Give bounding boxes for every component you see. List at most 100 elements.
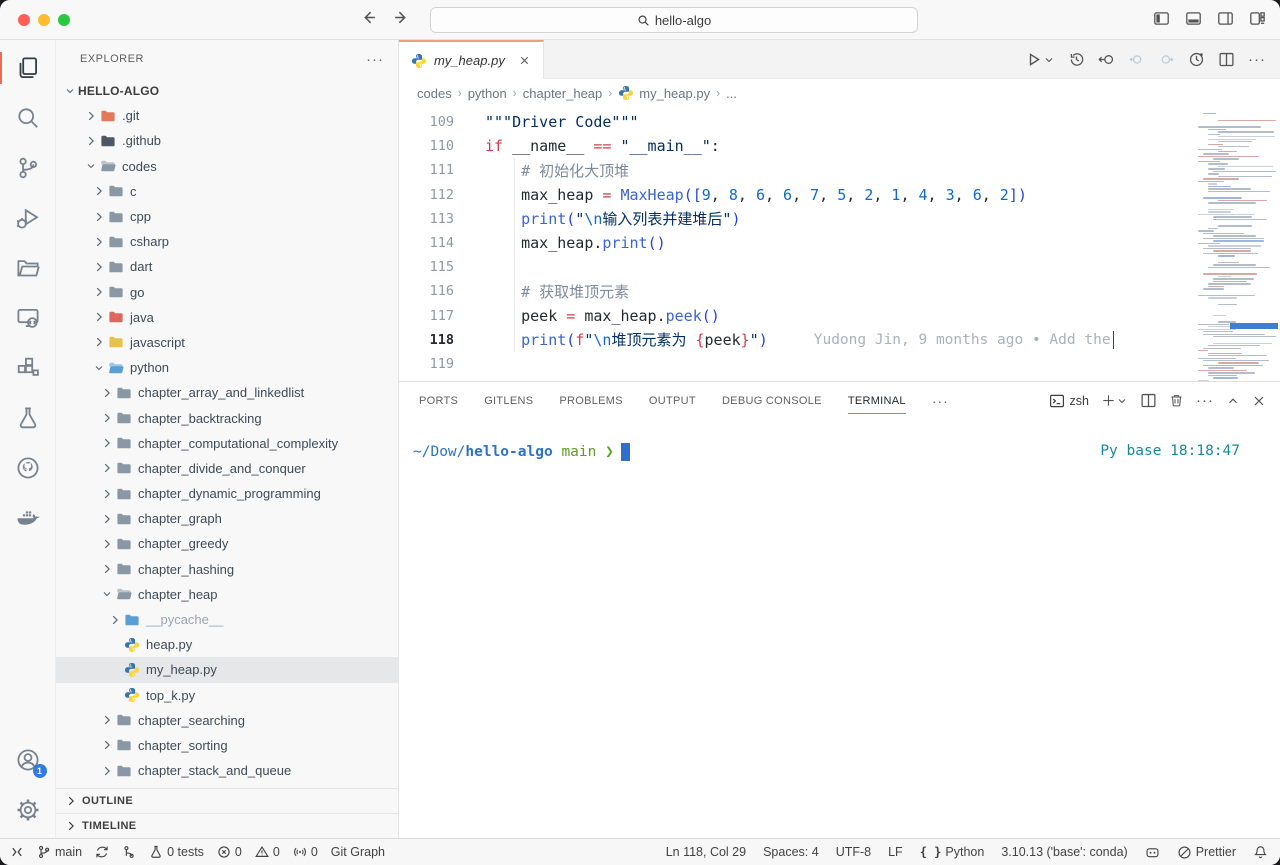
status-encoding[interactable]: UTF-8	[836, 845, 871, 859]
kill-terminal-icon[interactable]	[1169, 393, 1184, 408]
panel-tab-terminal[interactable]: TERMINAL	[848, 382, 906, 419]
activity-search-icon[interactable]	[0, 96, 56, 140]
panel-tab-output[interactable]: OUTPUT	[649, 382, 696, 419]
code-line-110[interactable]: 110if __name__ == "__main__":	[399, 134, 1280, 158]
status-git-branch[interactable]: main	[37, 845, 82, 859]
file-history-icon[interactable]	[1068, 51, 1085, 68]
close-tab-icon[interactable]	[518, 54, 531, 67]
activity-settings-icon[interactable]	[0, 788, 56, 832]
command-center-search[interactable]: hello-algo	[430, 7, 918, 33]
status-prettier[interactable]: Prettier	[1177, 845, 1236, 860]
split-editor-icon[interactable]	[1218, 51, 1235, 68]
code-line-116[interactable]: 116 # 获取堆顶元素	[399, 279, 1280, 303]
code-line-119[interactable]: 119	[399, 352, 1280, 376]
tree-item-chapter_greedy[interactable]: chapter_greedy	[56, 531, 398, 556]
tree-item-chapter_sorting[interactable]: chapter_sorting	[56, 733, 398, 758]
navigate-back-icon[interactable]	[360, 9, 377, 26]
status-language-mode[interactable]: { } Python	[920, 845, 985, 859]
tree-item-javascript[interactable]: javascript	[56, 330, 398, 355]
close-window-button[interactable]	[18, 14, 30, 26]
customize-layout-icon[interactable]	[1249, 10, 1266, 27]
tree-item-java[interactable]: java	[56, 305, 398, 330]
status-python-interpreter[interactable]: 3.10.13 ('base': conda)	[1001, 845, 1127, 859]
activity-extensions-icon[interactable]	[0, 346, 56, 390]
run-python-file-button[interactable]	[1025, 51, 1055, 68]
tab-my-heap[interactable]: my_heap.py	[399, 40, 544, 79]
tree-item-codes[interactable]: codes	[56, 154, 398, 179]
activity-github-icon[interactable]	[0, 446, 56, 490]
zoom-window-button[interactable]	[58, 14, 70, 26]
navigate-forward-icon[interactable]	[393, 9, 410, 26]
tree-item-csharp[interactable]: csharp	[56, 229, 398, 254]
panel-more-tabs-icon[interactable]: ···	[932, 393, 949, 409]
tree-item-chapter_graph[interactable]: chapter_graph	[56, 506, 398, 531]
status-git-graph[interactable]: Git Graph	[331, 845, 385, 859]
timeline-icon[interactable]	[1188, 51, 1205, 68]
status-tests[interactable]: 0 tests	[149, 845, 204, 859]
activity-remote-explorer-icon[interactable]	[0, 296, 56, 340]
breadcrumb-item[interactable]: ...	[726, 86, 737, 101]
close-panel-icon[interactable]	[1252, 394, 1266, 408]
status-errors[interactable]: 0	[217, 845, 242, 859]
tree-item-chapter_searching[interactable]: chapter_searching	[56, 708, 398, 733]
more-actions-icon[interactable]: ···	[1248, 51, 1266, 68]
tree-item-__pycache__[interactable]: __pycache__	[56, 607, 398, 632]
activity-accounts-icon[interactable]: 1	[0, 738, 56, 782]
activity-explorer-icon[interactable]	[0, 46, 56, 90]
status-ports[interactable]: 0	[293, 845, 318, 859]
status-notifications[interactable]	[1253, 845, 1268, 860]
activity-source-control-icon[interactable]	[0, 146, 56, 190]
activity-run-debug-icon[interactable]	[0, 196, 56, 240]
toggle-sidebar-icon[interactable]	[1153, 10, 1170, 27]
tree-item-chapter_backtracking[interactable]: chapter_backtracking	[56, 405, 398, 430]
split-terminal-icon[interactable]	[1140, 392, 1157, 409]
tree-item-my_heap.py[interactable]: my_heap.py	[56, 657, 398, 682]
activity-open-folder-icon[interactable]	[0, 246, 56, 290]
tree-item-top_k.py[interactable]: top_k.py	[56, 683, 398, 708]
status-warnings[interactable]: 0	[255, 845, 280, 859]
panel-tab-ports[interactable]: PORTS	[419, 382, 458, 419]
panel-more-actions-icon[interactable]: ···	[1196, 392, 1214, 409]
status-sync[interactable]	[95, 845, 109, 859]
tree-item-.github[interactable]: .github	[56, 128, 398, 153]
section-outline[interactable]: OUTLINE	[56, 788, 398, 813]
tree-item-chapter_dynamic_programming[interactable]: chapter_dynamic_programming	[56, 481, 398, 506]
status-git-graph-icon[interactable]	[122, 845, 136, 859]
tree-item-chapter_hashing[interactable]: chapter_hashing	[56, 557, 398, 582]
code-editor[interactable]: 109"""Driver Code"""110if __name__ == "_…	[399, 107, 1280, 381]
tree-item-heap.py[interactable]: heap.py	[56, 632, 398, 657]
tree-item-chapter_stack_and_queue[interactable]: chapter_stack_and_queue	[56, 758, 398, 783]
toggle-panel-icon[interactable]	[1185, 10, 1202, 27]
activity-docker-icon[interactable]	[0, 496, 56, 540]
code-line-109[interactable]: 109"""Driver Code"""	[399, 110, 1280, 134]
code-line-113[interactable]: 113 print("\n输入列表并建堆后")	[399, 207, 1280, 231]
panel-tab-debug-console[interactable]: DEBUG CONSOLE	[722, 382, 822, 419]
new-terminal-icon[interactable]	[1101, 393, 1128, 408]
activity-testing-icon[interactable]	[0, 396, 56, 440]
tree-item-chapter_heap[interactable]: chapter_heap	[56, 582, 398, 607]
status-cursor-position[interactable]: Ln 118, Col 29	[666, 845, 746, 859]
tree-root[interactable]: HELLO-ALGO	[56, 78, 398, 103]
panel-tab-gitlens[interactable]: GITLENS	[484, 382, 533, 419]
breadcrumb-item[interactable]: codes	[417, 86, 452, 101]
breadcrumb-item[interactable]: python	[468, 86, 507, 101]
status-copilot[interactable]	[1145, 845, 1160, 860]
tree-item-python[interactable]: python	[56, 355, 398, 380]
tree-item-go[interactable]: go	[56, 280, 398, 305]
toggle-secondary-sidebar-icon[interactable]	[1217, 10, 1234, 27]
minimap[interactable]	[1194, 113, 1278, 381]
breadcrumb-item[interactable]: chapter_heap	[523, 86, 603, 101]
maximize-panel-icon[interactable]	[1226, 394, 1240, 408]
tree-item-cpp[interactable]: cpp	[56, 204, 398, 229]
explorer-more-actions-icon[interactable]: ···	[366, 51, 384, 68]
tree-item-chapter_computational_complexity[interactable]: chapter_computational_complexity	[56, 431, 398, 456]
status-eol[interactable]: LF	[888, 845, 903, 859]
code-line-118[interactable]: 118 print(f"\n堆顶元素为 {peek}")Yudong Jin, …	[399, 328, 1280, 352]
breadcrumb-item[interactable]: my_heap.py	[618, 85, 710, 101]
tree-item-chapter_divide_and_conquer[interactable]: chapter_divide_and_conquer	[56, 456, 398, 481]
open-changes-icon[interactable]	[1098, 51, 1115, 68]
code-line-112[interactable]: 112 max_heap = MaxHeap([9, 8, 6, 6, 7, 5…	[399, 183, 1280, 207]
code-line-114[interactable]: 114 max_heap.print()	[399, 231, 1280, 255]
tree-item-c[interactable]: c	[56, 179, 398, 204]
tree-item-dart[interactable]: dart	[56, 254, 398, 279]
